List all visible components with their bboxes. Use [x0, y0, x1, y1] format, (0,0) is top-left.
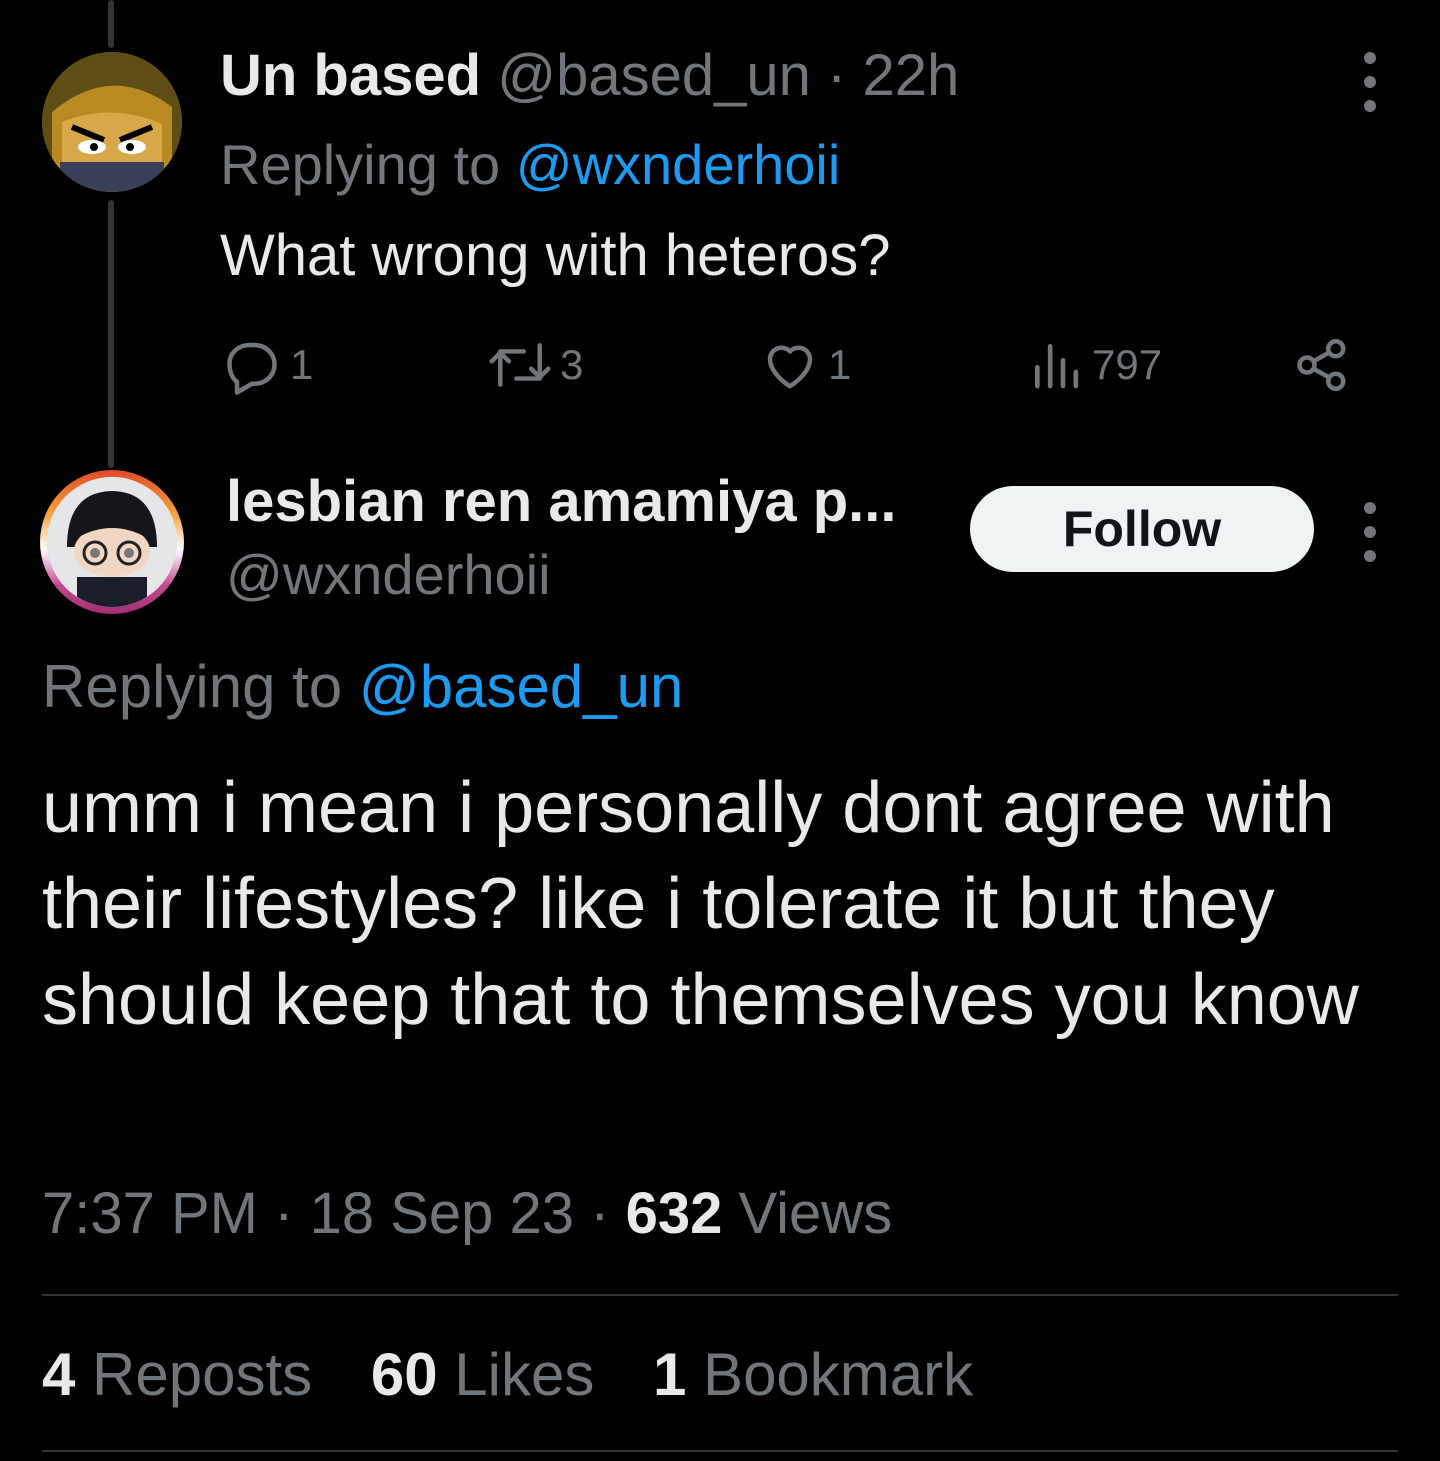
like-count: 1	[828, 341, 852, 388]
reposts-count: 4	[42, 1341, 76, 1408]
reply-icon	[227, 342, 277, 395]
replying-to-mention[interactable]: @based_un	[359, 653, 684, 720]
tweet-header: Un based @based_un · 22h	[220, 42, 959, 109]
display-name[interactable]: Un based	[220, 43, 481, 108]
reply-button[interactable]: 1	[222, 330, 313, 400]
likes-count: 60	[370, 1341, 438, 1408]
views-label: Views	[738, 1181, 893, 1246]
reply-count: 1	[290, 341, 314, 388]
separator: ·	[827, 43, 847, 108]
replying-to: Replying to @based_un	[42, 652, 683, 721]
engagement-stats: 4 Reposts 60 Likes 1 Bookmark	[42, 1340, 1015, 1409]
separator: ·	[274, 1181, 294, 1246]
replying-to-label: Replying to	[220, 133, 516, 196]
bookmarks-stat[interactable]: 1 Bookmark	[653, 1341, 973, 1408]
tweet-time[interactable]: 7:37 PM	[42, 1181, 258, 1246]
views-count: 797	[1092, 341, 1163, 388]
tweet-actions: 1 3 1 797	[220, 330, 1360, 400]
bookmarks-label: Bookmark	[703, 1341, 974, 1408]
timestamp[interactable]: 22h	[862, 43, 959, 108]
share-icon	[1297, 339, 1346, 391]
more-options-icon[interactable]	[1350, 52, 1390, 112]
repost-count: 3	[560, 341, 584, 388]
repost-icon	[489, 343, 551, 387]
tweet-date[interactable]: 18 Sep 23	[310, 1181, 574, 1246]
divider	[42, 1450, 1398, 1452]
handle[interactable]: @based_un	[497, 43, 811, 108]
parent-tweet[interactable]: Un based @based_un · 22h Replying to @wx…	[0, 0, 1440, 440]
follow-button[interactable]: Follow	[970, 486, 1314, 572]
separator: ·	[590, 1181, 610, 1246]
tweet-text: What wrong with heteros?	[220, 223, 891, 288]
reposts-label: Reposts	[92, 1341, 313, 1408]
bookmarks-count: 1	[653, 1341, 687, 1408]
replying-to: Replying to @wxnderhoii	[220, 132, 840, 197]
avatar-plush-icon	[47, 477, 177, 607]
more-options-icon[interactable]	[1350, 502, 1390, 562]
replying-to-label: Replying to	[42, 653, 359, 720]
share-button[interactable]	[1292, 330, 1352, 400]
display-name[interactable]: lesbian ren amamiya p...	[226, 468, 897, 535]
views-count: 632	[625, 1181, 723, 1246]
avatar[interactable]	[40, 470, 184, 614]
likes-stat[interactable]: 60 Likes	[371, 1341, 595, 1408]
avatar[interactable]	[42, 52, 182, 192]
replying-to-mention[interactable]: @wxnderhoii	[516, 133, 841, 196]
tweet-meta: 7:37 PM · 18 Sep 23 · 632 Views	[42, 1180, 892, 1247]
handle[interactable]: @wxnderhoii	[226, 542, 551, 607]
avatar-cartoon-icon	[42, 52, 182, 192]
likes-label: Likes	[454, 1341, 595, 1408]
repost-button[interactable]: 3	[488, 330, 583, 400]
like-button[interactable]: 1	[760, 330, 851, 400]
views-button[interactable]: 797	[1028, 330, 1162, 400]
divider	[42, 1294, 1398, 1296]
tweet-text: umm i mean i personally dont agree with …	[42, 768, 1359, 1040]
heart-icon	[767, 345, 813, 389]
analytics-icon	[1035, 344, 1079, 389]
reposts-stat[interactable]: 4 Reposts	[42, 1341, 312, 1408]
